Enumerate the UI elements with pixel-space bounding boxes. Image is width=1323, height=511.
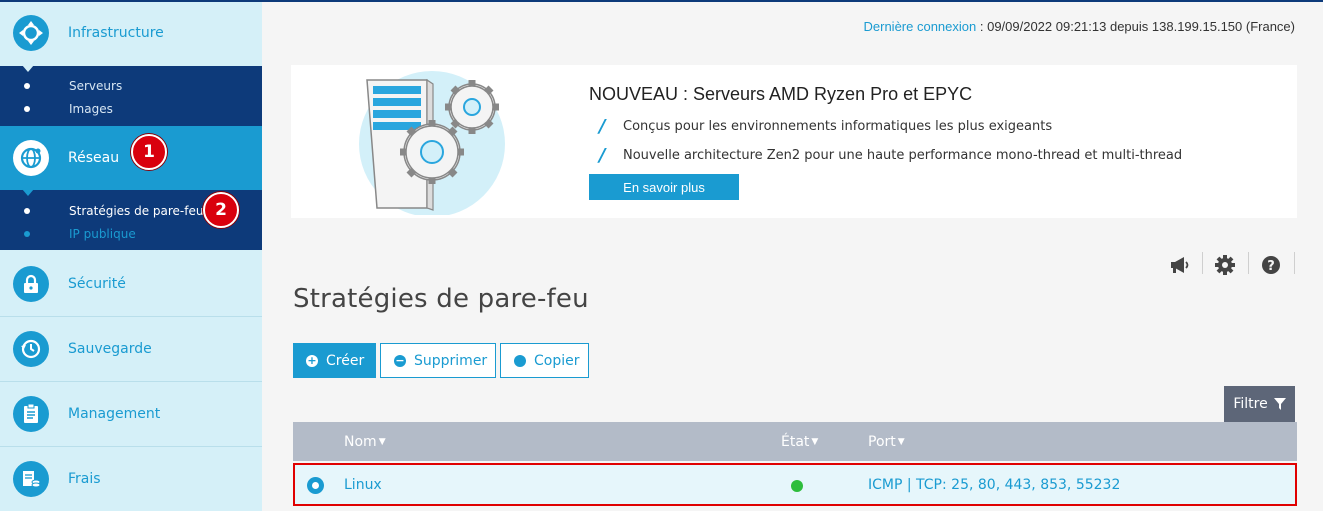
sidebar-item-label: Sauvegarde <box>68 341 152 357</box>
column-header-port[interactable]: Port ▼ <box>868 434 905 450</box>
sidebar-item-label: Management <box>68 406 161 422</box>
last-login-link[interactable]: Dernière connexion <box>864 19 977 34</box>
sidebar-item-label: Réseau <box>68 150 120 166</box>
subitem-label: IP publique <box>69 227 136 241</box>
help-icon[interactable]: ? <box>1256 250 1286 280</box>
sidebar-item-sauvegarde[interactable]: Sauvegarde <box>0 317 262 382</box>
create-button[interactable]: + Créer <box>293 343 376 378</box>
sidebar-item-infrastructure[interactable]: Infrastructure <box>0 0 262 66</box>
sidebar-item-securite[interactable]: Sécurité <box>0 251 262 317</box>
subitem-label: Serveurs <box>69 79 123 93</box>
toolbar-divider <box>1248 252 1249 274</box>
column-header-state[interactable]: État ▼ <box>781 434 818 450</box>
annotation-badge-1: 1 <box>131 134 167 170</box>
table-row[interactable]: Linux ICMP | TCP: 25, 80, 443, 853, 5523… <box>293 463 1297 506</box>
invoice-icon <box>13 461 49 497</box>
backup-clock-icon <box>13 331 49 367</box>
sidebar-item-label: Infrastructure <box>68 25 164 41</box>
minus-circle-icon: − <box>394 354 406 367</box>
promo-feature-text: Conçus pour les environnements informati… <box>623 119 1053 134</box>
sidebar-subitem-images[interactable]: Images <box>0 98 262 120</box>
toolbar-divider <box>1202 252 1203 274</box>
policy-name-link[interactable]: Linux <box>344 477 382 493</box>
delete-button-label: Supprimer <box>414 352 488 369</box>
lock-icon <box>13 266 49 302</box>
bullet-dot <box>24 231 30 237</box>
check-icon: / <box>599 145 606 166</box>
sidebar-item-label: Frais <box>68 471 101 487</box>
funnel-icon <box>1273 398 1286 410</box>
firewall-policies-table: Nom ▼ État ▼ Port ▼ Linux ICMP | TCP: 25, 8… <box>293 422 1297 506</box>
subnav-caret <box>22 189 34 196</box>
create-button-label: Créer <box>326 352 365 369</box>
infrastructure-subnav: Serveurs Images <box>0 65 262 126</box>
subitem-label: Stratégies de pare-feu <box>69 204 204 218</box>
filter-button[interactable]: Filtre <box>1224 386 1295 422</box>
toolbar-divider <box>1294 252 1295 274</box>
server-gears-illustration <box>359 71 505 215</box>
sidebar: Infrastructure Serveurs Images Réseau 1 … <box>0 0 262 511</box>
subnav-caret <box>22 65 34 72</box>
sidebar-item-frais[interactable]: Frais <box>0 447 262 511</box>
subitem-label: Images <box>69 102 113 116</box>
sidebar-subitem-serveurs[interactable]: Serveurs <box>0 75 262 97</box>
column-header-name[interactable]: Nom ▼ <box>344 434 386 450</box>
copy-button-label: Copier <box>534 352 580 369</box>
sidebar-item-label: Sécurité <box>68 276 126 292</box>
check-icon: / <box>599 116 606 137</box>
gear-icon[interactable] <box>1210 250 1240 280</box>
learn-more-button[interactable]: En savoir plus <box>589 174 739 200</box>
plus-circle-icon: + <box>306 354 318 367</box>
clipboard-icon <box>13 396 49 432</box>
page-title: Stratégies de pare-feu <box>293 284 589 314</box>
top-border <box>0 0 1323 2</box>
row-select-radio[interactable] <box>307 477 324 494</box>
table-header: Nom ▼ État ▼ Port ▼ <box>293 422 1297 461</box>
copy-icon <box>514 354 526 367</box>
last-login-value: : 09/09/2022 09:21:13 depuis 138.199.15.… <box>979 19 1295 34</box>
sidebar-item-reseau[interactable]: Réseau <box>0 126 262 190</box>
bullet-dot <box>24 208 30 214</box>
promo-feature: / Conçus pour les environnements informa… <box>599 116 1052 137</box>
main-content: Dernière connexion : 09/09/2022 09:21:13… <box>262 0 1323 511</box>
promo-title: NOUVEAU : Serveurs AMD Ryzen Pro et EPYC <box>589 84 973 104</box>
bullet-dot <box>24 83 30 89</box>
policy-ports: ICMP | TCP: 25, 80, 443, 853, 55232 <box>868 477 1121 493</box>
last-login: Dernière connexion : 09/09/2022 09:21:13… <box>864 19 1296 34</box>
status-indicator <box>791 480 803 492</box>
network-globe-icon <box>13 140 49 176</box>
annotation-badge-2: 2 <box>203 192 239 228</box>
promo-feature-text: Nouvelle architecture Zen2 pour une haut… <box>623 148 1183 163</box>
copy-button[interactable]: Copier <box>500 343 589 378</box>
delete-button[interactable]: − Supprimer <box>380 343 496 378</box>
megaphone-icon[interactable] <box>1165 250 1195 280</box>
svg-text:?: ? <box>1267 259 1275 274</box>
promo-feature: / Nouvelle architecture Zen2 pour une ha… <box>599 145 1182 166</box>
sidebar-item-management[interactable]: Management <box>0 382 262 447</box>
promo-banner: NOUVEAU : Serveurs AMD Ryzen Pro et EPYC… <box>291 65 1297 218</box>
infrastructure-icon <box>13 15 49 51</box>
filter-button-label: Filtre <box>1233 396 1268 412</box>
bullet-dot <box>24 106 30 112</box>
